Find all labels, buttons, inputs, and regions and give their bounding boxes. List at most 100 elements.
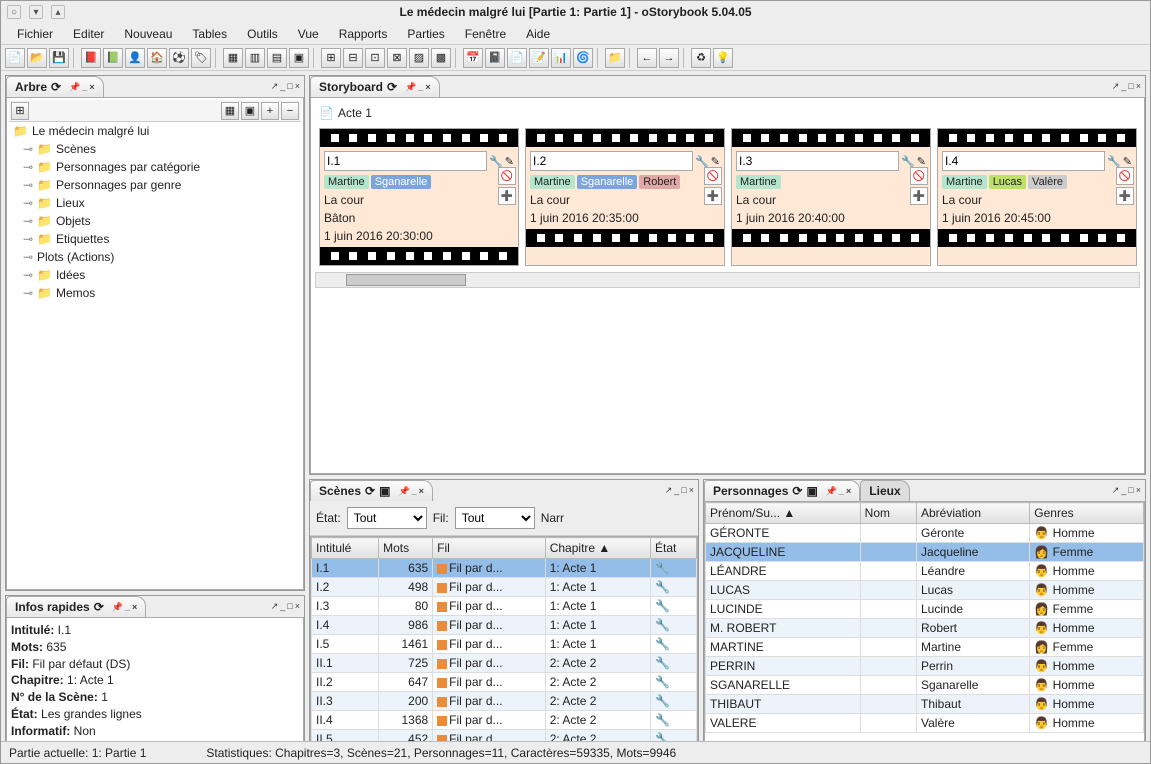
tree-item-6[interactable]: ⊸ Plots (Actions) — [9, 248, 301, 266]
tree-item-4[interactable]: ⊸📁 Objets — [9, 212, 301, 230]
infos-tab[interactable]: Infos rapides ⟳ 📌_× — [6, 596, 146, 617]
character-row[interactable]: SGANARELLESganarelle👨 Homme — [706, 676, 1144, 695]
film-card-2[interactable]: 🔧✎MartineLa cour1 juin 2016 20:40:00🚫➕ — [731, 128, 931, 266]
dock-icon[interactable]: ↗ — [271, 81, 279, 92]
menu-aide[interactable]: Aide — [518, 25, 558, 43]
pin-icon[interactable]: 📌 — [405, 82, 416, 93]
tree-item-0[interactable]: ⊸📁 Scènes — [9, 140, 301, 158]
pin-icon[interactable]: 📌 — [69, 82, 80, 93]
character-row[interactable]: MARTINEMartine👩 Femme — [706, 638, 1144, 657]
refresh-icon[interactable]: ⟳ — [792, 484, 802, 498]
toolbar-open-icon[interactable]: 📂 — [27, 48, 47, 68]
toolbar-memo-icon[interactable]: 📝 — [529, 48, 549, 68]
close2-icon[interactable]: × — [295, 601, 300, 612]
wrench-icon[interactable]: 🔧 — [1107, 155, 1121, 168]
toolbar-place-icon[interactable]: 🏠 — [147, 48, 167, 68]
character-row[interactable]: LUCASLucas👨 Homme — [706, 581, 1144, 600]
toolbar-grid3-icon[interactable]: ⊡ — [365, 48, 385, 68]
character-row[interactable]: LUCINDELucinde👩 Femme — [706, 600, 1144, 619]
character-row[interactable]: THIBAUTThibaut👨 Homme — [706, 695, 1144, 714]
toolbar-grid6-icon[interactable]: ▩ — [431, 48, 451, 68]
character-row[interactable]: PERRINPerrin👨 Homme — [706, 657, 1144, 676]
close-icon[interactable]: × — [89, 82, 94, 93]
toolbar-grid4-icon[interactable]: ⊠ — [387, 48, 407, 68]
menu-fichier[interactable]: Fichier — [9, 25, 61, 43]
toolbar-spiral-icon[interactable]: 🌀 — [573, 48, 593, 68]
tree-plus-icon[interactable]: + — [261, 102, 279, 120]
places-tab[interactable]: Lieux — [860, 480, 909, 501]
toolbar-folder-icon[interactable]: 📁 — [605, 48, 625, 68]
edit-icon[interactable]: ✎ — [711, 155, 720, 168]
character-row[interactable]: LÉANDRELéandre👨 Homme — [706, 562, 1144, 581]
scene-id-input[interactable] — [324, 151, 487, 171]
character-row[interactable]: VALEREValère👨 Homme — [706, 714, 1144, 733]
scene-row[interactable]: I.380Fil par d...1: Acte 1🔧 — [312, 597, 697, 616]
pin-icon[interactable]: 📌 — [826, 486, 837, 497]
close2-icon[interactable]: × — [1136, 81, 1141, 92]
toolbar-grid5-icon[interactable]: ▨ — [409, 48, 429, 68]
film-card-3[interactable]: 🔧✎MartineLucasValèreLa cour1 juin 2016 2… — [937, 128, 1137, 266]
menu-fenetre[interactable]: Fenêtre — [457, 25, 514, 43]
tree-tab[interactable]: Arbre ⟳ 📌_× — [6, 76, 104, 97]
scene-row[interactable]: I.4986Fil par d...1: Acte 1🔧 — [312, 616, 697, 635]
character-row[interactable]: GÉRONTEGéronte👨 Homme — [706, 524, 1144, 543]
scene-id-input[interactable] — [942, 151, 1105, 171]
scene-id-input[interactable] — [530, 151, 693, 171]
toolbar-next-icon[interactable]: → — [659, 48, 679, 68]
storyboard-tab[interactable]: Storyboard ⟳ 📌_× — [310, 76, 440, 97]
min2-icon[interactable]: _ — [1121, 485, 1126, 496]
max-icon[interactable]: □ — [287, 601, 292, 612]
menu-parties[interactable]: Parties — [399, 25, 452, 43]
min2-icon[interactable]: _ — [674, 485, 679, 496]
storyboard-scrollbar[interactable] — [315, 272, 1140, 288]
max-icon[interactable]: □ — [1128, 81, 1133, 92]
toolbar-chart-icon[interactable]: 📊 — [551, 48, 571, 68]
max-icon[interactable]: □ — [1128, 485, 1133, 496]
film-card-0[interactable]: 🔧✎MartineSganarelleLa courBâton1 juin 20… — [319, 128, 519, 266]
menu-vue[interactable]: Vue — [290, 25, 327, 43]
dock-icon[interactable]: ↗ — [1112, 81, 1120, 92]
tree-item-2[interactable]: ⊸📁 Personnages par genre — [9, 176, 301, 194]
chars-header[interactable]: Prénom/Su... ▲ — [706, 503, 861, 524]
toolbar-view2-icon[interactable]: ▥ — [245, 48, 265, 68]
close2-icon[interactable]: × — [295, 81, 300, 92]
toolbar-chapter-icon[interactable]: 📗 — [103, 48, 123, 68]
scenes-header[interactable]: Mots — [379, 538, 433, 559]
tree-item-5[interactable]: ⊸📁 Etiquettes — [9, 230, 301, 248]
close-icon[interactable]: × — [425, 82, 430, 93]
scenes-etat-select[interactable]: Tout — [347, 507, 427, 529]
edit-icon[interactable]: ✎ — [505, 155, 514, 168]
toolbar-bulb-icon[interactable]: 💡 — [713, 48, 733, 68]
toolbar-save-icon[interactable]: 💾 — [49, 48, 69, 68]
tree-expand-icon[interactable]: ▦ — [221, 102, 239, 120]
tree-item-8[interactable]: ⊸📁 Memos — [9, 284, 301, 302]
pin-icon[interactable]: 📌 — [398, 486, 409, 497]
scenes-header[interactable]: Fil — [433, 538, 546, 559]
refresh-icon[interactable]: ⟳ — [365, 484, 375, 498]
tree-minus-icon[interactable]: − — [281, 102, 299, 120]
max-icon[interactable]: □ — [681, 485, 686, 496]
toolbar-tag-icon[interactable]: 🏷 — [191, 48, 211, 68]
toolbar-person-icon[interactable]: 👤 — [125, 48, 145, 68]
characters-tab[interactable]: Personnages ⟳▣ 📌_× — [704, 480, 860, 501]
window-btn-3[interactable]: ▴ — [51, 5, 65, 19]
character-row[interactable]: JACQUELINEJacqueline👩 Femme — [706, 543, 1144, 562]
scene-row[interactable]: II.2647Fil par d...2: Acte 2🔧 — [312, 673, 697, 692]
wrench-icon[interactable]: 🔧 — [695, 155, 709, 168]
block-icon[interactable]: 🚫 — [498, 167, 516, 185]
dock-icon[interactable]: ↗ — [1112, 485, 1120, 496]
min-icon[interactable]: _ — [82, 82, 87, 93]
menu-tables[interactable]: Tables — [184, 25, 235, 43]
toolbar-view4-icon[interactable]: ▣ — [289, 48, 309, 68]
add-icon[interactable]: ➕ — [910, 187, 928, 205]
toolbar-grid1-icon[interactable]: ⊞ — [321, 48, 341, 68]
menu-nouveau[interactable]: Nouveau — [116, 25, 180, 43]
close2-icon[interactable]: × — [689, 485, 694, 496]
toolbar-prev-icon[interactable]: ← — [637, 48, 657, 68]
scenes-header[interactable]: Chapitre ▲ — [545, 538, 650, 559]
scenes-fil-select[interactable]: Tout — [455, 507, 535, 529]
add-icon[interactable]: ➕ — [704, 187, 722, 205]
tree-item-1[interactable]: ⊸📁 Personnages par catégorie — [9, 158, 301, 176]
scenes-header[interactable]: État — [651, 538, 697, 559]
max-icon[interactable]: □ — [287, 81, 292, 92]
